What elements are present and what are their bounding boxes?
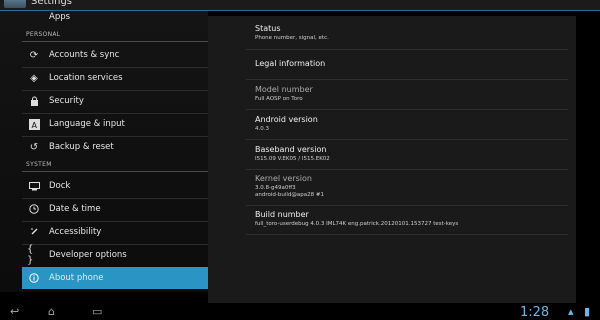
sync-icon: ⟳ — [29, 49, 39, 61]
android-version-row[interactable]: Android version 4.0.3 — [255, 115, 318, 133]
sidebar-item-label: Date & time — [49, 204, 101, 214]
sidebar-item-dock[interactable]: Dock — [22, 175, 208, 197]
section-divider — [22, 171, 208, 172]
kernel-value-1: 3.0.8-g49a0ff3 — [255, 185, 296, 191]
sidebar-item-accounts-sync[interactable]: ⟳ Accounts & sync — [22, 44, 208, 66]
sidebar-item-label: Dock — [49, 181, 71, 191]
baseband-title: Baseband version — [255, 145, 327, 154]
apps-icon — [27, 10, 41, 24]
model-number-row: Model number Full AOSP on Toro — [255, 85, 313, 103]
divider — [246, 109, 568, 110]
developer-icon: { } — [27, 244, 34, 266]
battery-icon: ▮ — [584, 305, 591, 318]
sidebar-item-accessibility[interactable]: Accessibility — [22, 221, 208, 243]
legal-information-row[interactable]: Legal information — [255, 59, 325, 68]
kernel-version-row: Kernel version 3.0.8-g49a0ff3 android-bu… — [255, 174, 324, 199]
baseband-version-row: Baseband version I515.09 V.EK05 / I515.E… — [255, 145, 330, 163]
android-version-value: 4.0.3 — [255, 126, 269, 132]
svg-text:A: A — [31, 121, 37, 130]
sidebar-item-label: Accounts & sync — [49, 50, 120, 60]
status-row[interactable]: Status Phone number, signal, etc. — [255, 24, 329, 42]
about-phone-panel: Status Phone number, signal, etc. Legal … — [208, 16, 576, 304]
baseband-value: I515.09 V.EK05 / I515.EK02 — [255, 156, 330, 162]
dock-icon — [27, 179, 41, 193]
sidebar-item-label: Location services — [49, 73, 123, 83]
divider — [246, 139, 568, 140]
sidebar-item-language-input[interactable]: A Language & input — [22, 113, 208, 135]
sidebar-item-label: Apps — [49, 12, 71, 22]
kernel-value-2: android-build@apa28 #1 — [255, 192, 324, 198]
build-number-row[interactable]: Build number full_toro-userdebug 4.0.3 I… — [255, 210, 458, 228]
sidebar-item-about-phone[interactable]: About phone — [22, 267, 208, 289]
sidebar-item-label: Accessibility — [49, 227, 102, 237]
sidebar-item-backup-reset[interactable]: ↺ Backup & reset — [22, 136, 208, 158]
model-title: Model number — [255, 85, 313, 94]
divider — [246, 234, 568, 235]
back-icon[interactable]: ↩ — [10, 306, 19, 317]
build-value: full_toro-userdebug 4.0.3 IML74K eng.pat… — [255, 221, 459, 227]
status-title: Status — [255, 24, 281, 33]
sidebar-item-label: Language & input — [49, 119, 125, 129]
section-divider — [22, 41, 208, 42]
sidebar-item-date-time[interactable]: Date & time — [22, 198, 208, 220]
model-value: Full AOSP on Toro — [255, 96, 303, 102]
section-system: SYSTEM — [26, 161, 52, 168]
reset-icon: ↺ — [29, 141, 39, 153]
sidebar-item-label: Backup & reset — [49, 142, 114, 152]
lock-icon — [27, 94, 41, 108]
sidebar-item-label: Developer options — [49, 250, 127, 260]
wifi-icon: ▴ — [568, 305, 574, 318]
legal-title: Legal information — [255, 59, 326, 68]
android-version-title: Android version — [255, 115, 318, 124]
info-icon — [27, 271, 41, 285]
section-personal: PERSONAL — [26, 31, 61, 38]
divider — [246, 79, 568, 80]
status-clock: 1:28 — [520, 305, 550, 320]
clock-icon — [27, 202, 41, 216]
recent-apps-icon[interactable]: ▭ — [92, 306, 102, 317]
sidebar-item-apps[interactable]: Apps — [22, 6, 208, 28]
accessibility-icon — [27, 225, 41, 239]
settings-sidebar: Apps PERSONAL ⟳ Accounts & sync ◈ Locati… — [0, 11, 208, 292]
divider — [246, 169, 568, 170]
sidebar-item-label: Security — [49, 96, 84, 106]
sidebar-item-label: About phone — [49, 273, 104, 283]
sidebar-item-security[interactable]: Security — [22, 90, 208, 112]
language-icon: A — [27, 117, 41, 131]
sidebar-item-location[interactable]: ◈ Location services — [22, 67, 208, 89]
build-title: Build number — [255, 210, 309, 219]
sidebar-item-developer-options[interactable]: { } Developer options — [22, 244, 208, 266]
location-icon: ◈ — [30, 72, 38, 84]
system-navigation-bar: ↩ ⌂ ▭ 1:28 ▴ ▮ — [0, 303, 600, 320]
divider — [246, 49, 568, 50]
status-summary: Phone number, signal, etc. — [255, 35, 329, 41]
home-icon[interactable]: ⌂ — [48, 306, 55, 317]
divider — [246, 205, 568, 206]
kernel-title: Kernel version — [255, 174, 312, 183]
